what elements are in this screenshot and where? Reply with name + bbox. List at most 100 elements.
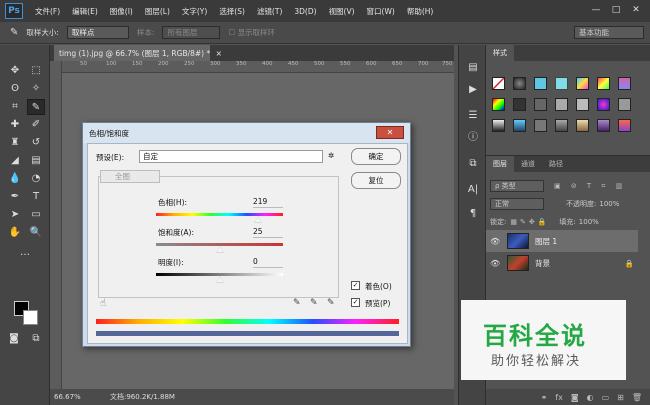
hue-slider-track[interactable] [156,213,283,216]
fill-value[interactable]: 100% [579,218,599,226]
eye-icon[interactable]: 👁 [490,259,504,268]
blur-tool-icon[interactable]: 💧 [6,171,24,187]
layer-filter-icons[interactable]: ▣ ⊘ T ⌗ ▥ [554,182,626,191]
menu-select[interactable]: 选择(S) [219,6,245,17]
style-swatch-none[interactable] [492,77,505,90]
lightness-value[interactable]: 0 [253,257,283,268]
saturation-slider-knob[interactable] [215,246,224,253]
style-swatch[interactable] [513,119,526,132]
new-layer-icon[interactable]: ⊞ [617,393,624,402]
pen-tool-icon[interactable]: ✒ [6,189,24,205]
clone-source-icon[interactable]: ⧉ [464,155,482,173]
opacity-value[interactable]: 100% [599,200,619,208]
hue-slider-knob[interactable] [254,216,263,223]
preset-select[interactable]: 自定 [139,150,323,163]
character-panel-icon[interactable]: A| [464,181,482,199]
show-ring-checkbox[interactable]: ☐ 显示取样环 [228,27,275,38]
shape-tool-icon[interactable]: ▭ [27,207,45,223]
trash-icon[interactable]: 🗑 [632,393,642,402]
menu-layer[interactable]: 图层(L) [145,6,170,17]
eyedropper-minus-icon[interactable]: ✎ [327,298,335,308]
eyedropper-icon[interactable]: ✎ [293,298,301,308]
zoom-level[interactable]: 66.67% [50,393,100,401]
style-swatch[interactable] [576,77,589,90]
style-swatch[interactable] [597,77,610,90]
eye-icon[interactable]: 👁 [490,237,504,246]
quick-mask-icon[interactable]: ◙ [5,331,23,347]
clone-stamp-icon[interactable]: ♜ [6,135,24,151]
screen-mode-icon[interactable]: ⧉ [27,331,45,347]
history-panel-icon[interactable]: ▤ [464,59,482,77]
style-swatch[interactable] [576,119,589,132]
channel-select[interactable]: 全图 [100,170,160,183]
style-swatch[interactable] [492,98,505,111]
sample-size-select[interactable]: 取样点 [66,26,129,39]
type-tool-icon[interactable]: T [27,189,45,205]
gradient-tool-icon[interactable]: ▤ [27,153,45,169]
menu-view[interactable]: 视图(V) [329,6,355,17]
style-swatch[interactable] [597,98,610,111]
folder-icon[interactable]: ▭ [602,393,610,402]
adjustment-icon[interactable]: ◐ [587,393,594,402]
style-swatch[interactable] [513,98,526,111]
menu-window[interactable]: 窗口(W) [367,6,395,17]
style-swatch[interactable] [492,119,505,132]
style-swatch[interactable] [555,77,568,90]
targeted-adjustment-hand-icon[interactable]: ☝ [100,298,106,309]
menu-3d[interactable]: 3D(D) [294,7,316,16]
style-swatch[interactable] [555,98,568,111]
dodge-tool-icon[interactable]: ◔ [27,171,45,187]
document-tab[interactable]: timg (1).jpg @ 66.7% (图层 1, RGB/8#) * × [54,45,222,61]
lightness-slider-knob[interactable] [215,276,224,283]
colorize-checkbox[interactable]: ✓ [351,281,360,290]
link-icon[interactable]: ⚭ [541,393,548,402]
style-swatch[interactable] [597,119,610,132]
style-swatch[interactable] [513,77,526,90]
layer-kind-filter[interactable]: ρ 类型 [490,180,544,192]
reset-button[interactable]: 复位 [351,172,401,189]
menu-image[interactable]: 图像(I) [110,6,133,17]
restore-button[interactable]: □ [608,3,624,17]
tab-channels[interactable]: 通道 [514,156,542,172]
eraser-tool-icon[interactable]: ◢ [6,153,24,169]
layer-row[interactable]: 👁 图层 1 [486,230,638,252]
style-swatch[interactable] [618,119,631,132]
dialog-titlebar[interactable]: 色相/饱和度 [83,123,410,143]
preview-checkbox[interactable]: ✓ [351,298,360,307]
healing-brush-icon[interactable]: ✚ [6,117,24,133]
dialog-close-button[interactable]: ✕ [376,126,404,139]
brush-tool-icon[interactable]: ✐ [27,117,45,133]
blend-mode-select[interactable]: 正常 [490,198,544,210]
tab-paths[interactable]: 路径 [542,156,570,172]
eyedropper-plus-icon[interactable]: ✎ [310,298,318,308]
actions-panel-icon[interactable]: ▶ [464,81,482,99]
menu-file[interactable]: 文件(F) [35,6,60,17]
info-panel-icon[interactable]: ⓘ [464,129,482,147]
fx-icon[interactable]: fx [555,393,563,402]
eyedropper-tool-icon[interactable]: ✎ [10,27,18,38]
style-swatch[interactable] [576,98,589,111]
move-tool-icon[interactable]: ✥ [6,63,24,79]
tab-layers[interactable]: 图层 [486,156,514,172]
menu-filter[interactable]: 滤镜(T) [257,6,282,17]
minimize-button[interactable]: — [588,3,604,17]
document-tab-close-icon[interactable]: × [216,49,222,58]
saturation-value[interactable]: 25 [253,227,283,238]
hue-value[interactable]: 219 [253,197,283,208]
ok-button[interactable]: 确定 [351,148,401,165]
background-color-swatch[interactable] [23,310,38,325]
lasso-tool-icon[interactable]: ʘ [6,81,24,97]
style-swatch[interactable] [618,98,631,111]
close-window-button[interactable]: ✕ [628,3,644,17]
crop-tool-icon[interactable]: ⌗ [6,99,24,115]
mask-icon[interactable]: ◙ [571,393,579,402]
paragraph-panel-icon[interactable]: ¶ [464,205,482,223]
menu-edit[interactable]: 编辑(E) [72,6,98,17]
eyedropper-tool-icon[interactable]: ✎ [27,99,45,115]
workspace-select[interactable]: 基本功能 [574,26,644,39]
marquee-tool-icon[interactable]: ⬚ [27,63,45,79]
quick-select-tool-icon[interactable]: ✧ [27,81,45,97]
style-swatch[interactable] [534,77,547,90]
preset-options-icon[interactable]: ✲ [328,151,334,160]
menu-help[interactable]: 帮助(H) [407,6,434,17]
